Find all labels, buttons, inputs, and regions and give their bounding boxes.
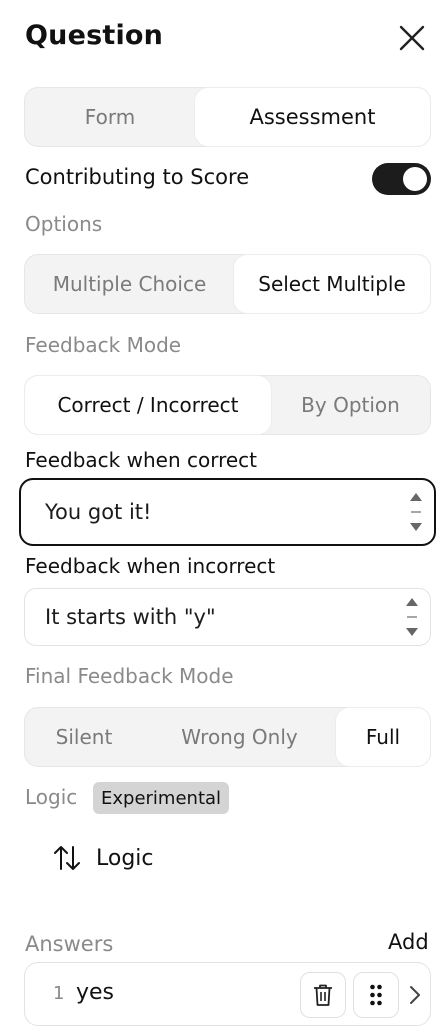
toggle-knob bbox=[403, 167, 427, 191]
answer-text: yes bbox=[76, 980, 115, 1005]
add-answer-button[interactable]: Add bbox=[388, 930, 429, 954]
feedback-incorrect-value: It starts with "y" bbox=[45, 605, 216, 629]
tab-multiple-choice[interactable]: Multiple Choice bbox=[25, 255, 234, 313]
list-item[interactable]: 1 yes bbox=[24, 962, 431, 1026]
feedback-correct-value: You got it! bbox=[45, 500, 152, 524]
tab-assessment[interactable]: Assessment bbox=[195, 88, 430, 146]
drag-dots-icon bbox=[370, 984, 382, 1006]
options-heading: Options bbox=[25, 212, 103, 236]
final-feedback-heading: Final Feedback Mode bbox=[25, 664, 234, 688]
tab-by-option[interactable]: By Option bbox=[271, 376, 430, 434]
logic-heading: Logic bbox=[25, 785, 78, 809]
feedback-mode-heading: Feedback Mode bbox=[25, 333, 182, 357]
options-segmented-control: Multiple Choice Select Multiple bbox=[24, 254, 431, 314]
contributing-label: Contributing to Score bbox=[25, 165, 250, 189]
answer-index: 1 bbox=[53, 983, 65, 1004]
logic-button[interactable]: Logic bbox=[52, 840, 154, 876]
answers-heading: Answers bbox=[25, 932, 114, 956]
chevron-right-icon[interactable] bbox=[408, 983, 422, 1007]
experimental-badge: Experimental bbox=[93, 782, 230, 814]
contributing-toggle[interactable] bbox=[372, 163, 431, 195]
sort-arrows-icon bbox=[54, 846, 80, 870]
tab-select-multiple[interactable]: Select Multiple bbox=[234, 255, 430, 313]
tab-correct-incorrect[interactable]: Correct / Incorrect bbox=[25, 376, 271, 434]
feedback-incorrect-field[interactable]: It starts with "y" bbox=[24, 588, 431, 646]
feedback-mode-segmented-control: Correct / Incorrect By Option bbox=[24, 375, 431, 435]
tab-form[interactable]: Form bbox=[25, 88, 195, 146]
delete-button[interactable] bbox=[300, 972, 346, 1018]
feedback-incorrect-label: Feedback when incorrect bbox=[25, 554, 276, 578]
tab-full[interactable]: Full bbox=[336, 708, 430, 766]
feedback-correct-label: Feedback when correct bbox=[25, 448, 258, 472]
trash-icon bbox=[314, 984, 332, 1006]
logic-button-label: Logic bbox=[96, 845, 154, 871]
mode-segmented-control: Form Assessment bbox=[24, 87, 431, 147]
stepper-icon[interactable] bbox=[404, 594, 420, 640]
panel-title: Question bbox=[25, 20, 164, 51]
drag-handle[interactable] bbox=[353, 972, 399, 1018]
stepper-icon[interactable] bbox=[408, 489, 424, 535]
feedback-correct-field[interactable]: You got it! bbox=[19, 478, 436, 546]
final-feedback-segmented-control: Silent Wrong Only Full bbox=[24, 707, 431, 767]
close-icon[interactable] bbox=[397, 23, 427, 53]
tab-wrong-only[interactable]: Wrong Only bbox=[143, 708, 336, 766]
tab-silent[interactable]: Silent bbox=[25, 708, 143, 766]
